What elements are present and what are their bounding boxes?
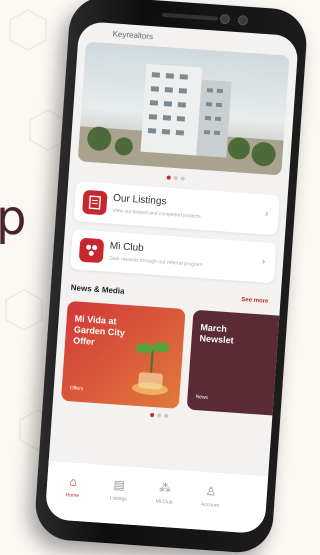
tab-label: Home <box>52 491 92 500</box>
menu-card-club[interactable]: Mi Club Gain rewards through our referra… <box>70 229 276 283</box>
tab-label: Listings <box>98 494 138 503</box>
menu-card-subtitle: View our leased and completed projects <box>112 208 201 220</box>
app-screen: Keyrealtors <box>45 21 299 534</box>
home-icon: ⌂ <box>53 473 94 490</box>
background-word: p <box>0 190 25 246</box>
news-card-tag: News <box>195 394 208 401</box>
bottom-tab-bar: ⌂ Home ▤ Listings ⁂ Mi Club ♙ Account <box>45 460 269 534</box>
tab-label: Mi Club <box>144 498 184 507</box>
app-header: Keyrealtors <box>112 29 153 41</box>
news-card-title: March Newslet <box>199 322 234 346</box>
account-icon: ♙ <box>191 483 232 500</box>
news-dot[interactable] <box>164 414 168 418</box>
phone-frame: Keyrealtors <box>33 0 308 555</box>
carousel-dot[interactable] <box>181 176 185 180</box>
see-more-link[interactable]: See more <box>241 297 268 305</box>
news-dots <box>150 413 168 418</box>
tab-account[interactable]: ♙ Account <box>190 483 232 510</box>
menu-card-subtitle: Gain rewards through our referral progra… <box>109 256 203 269</box>
news-card-tag: Offers <box>70 385 84 392</box>
club-tab-icon: ⁂ <box>145 480 186 497</box>
carousel-dot[interactable] <box>167 175 171 179</box>
carousel-dots <box>167 175 185 180</box>
hero-banner[interactable] <box>78 42 290 176</box>
chevron-right-icon: › <box>265 208 269 219</box>
tab-home[interactable]: ⌂ Home <box>52 473 94 500</box>
tab-listings[interactable]: ▤ Listings <box>98 477 140 504</box>
chevron-right-icon: › <box>261 256 265 267</box>
news-card[interactable]: March Newslet News <box>187 310 299 418</box>
menu-card-title: Our Listings <box>113 193 167 208</box>
listings-icon <box>82 190 108 216</box>
building-image <box>78 42 290 176</box>
sensor-icon <box>238 15 249 26</box>
tab-club[interactable]: ⁂ Mi Club <box>144 480 186 507</box>
menu-card-listings[interactable]: Our Listings View our leased and complet… <box>73 181 279 235</box>
news-carousel: Mi Vida at Garden City Offer Offers Marc… <box>61 301 299 419</box>
camera-icon <box>220 14 231 25</box>
club-icon <box>79 238 105 264</box>
listings-tab-icon: ▤ <box>99 477 140 494</box>
news-dot[interactable] <box>157 413 161 417</box>
news-section-title: News & Media <box>71 283 125 296</box>
news-card-title: Mi Vida at Garden City Offer <box>73 313 126 349</box>
news-dot[interactable] <box>150 413 154 417</box>
speaker-grille <box>162 13 218 21</box>
menu-card-title: Mi Club <box>109 241 144 254</box>
carousel-dot[interactable] <box>174 176 178 180</box>
tab-label: Account <box>190 501 230 510</box>
news-card[interactable]: Mi Vida at Garden City Offer Offers <box>61 301 186 409</box>
